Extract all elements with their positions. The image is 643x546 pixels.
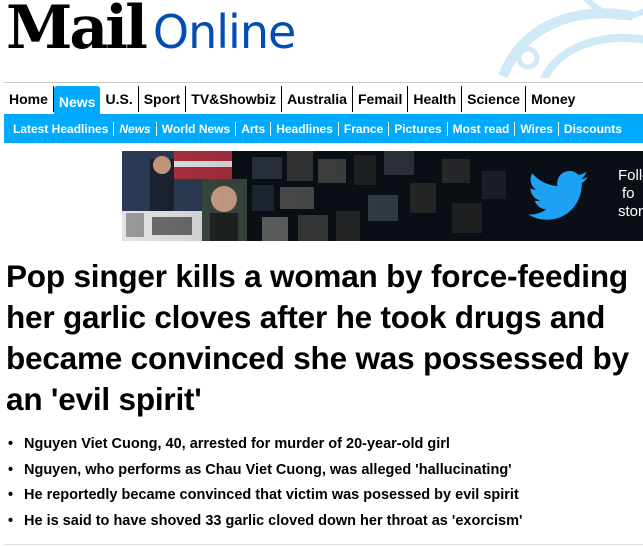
article-headline: Pop singer kills a woman by force-feedin… [6,258,629,417]
nav-us[interactable]: U.S. [100,86,139,112]
summary-bullet: • He reportedly became convinced that vic… [8,483,638,509]
nav-health[interactable]: Health [408,86,463,112]
bullet-dot-icon: • [8,487,14,503]
summary-bullet: • Nguyen Viet Cuong, 40, arrested for mur… [8,432,638,458]
bullet-dot-icon: • [8,512,14,529]
nav-science[interactable]: Science [462,86,527,112]
summary-bullet: • He is said to have shoved 33 garlic clo… [8,509,638,535]
bullet-dot-icon: • [8,461,14,478]
banner-follow-text: Follo fo stor [618,167,643,221]
decorative-swirl-icon [498,0,643,78]
subnav-world-news[interactable]: World News [157,121,237,136]
masthead: Mail Online [0,0,643,78]
mailonline-logo[interactable]: Mail Online [6,0,296,63]
article-summary-bullets: • Nguyen Viet Cuong, 40, arrested for mur… [8,432,638,534]
primary-nav: Home News U.S. Sport TV&Showbiz Australi… [4,82,643,118]
nav-money[interactable]: Money [526,86,580,112]
subnav-france[interactable]: France [339,121,390,136]
subnav-headlines[interactable]: Headlines [271,121,339,136]
bullet-dot-icon: • [8,436,14,452]
summary-bullet-text: He is said to have shoved 33 garlic clov… [24,512,523,529]
banner-text-line: Follo [618,167,643,184]
nav-home[interactable]: Home [4,86,54,112]
subnav-arts[interactable]: Arts [236,121,272,136]
subnav-latest-headlines[interactable]: Latest Headlines [8,121,115,136]
banner-text-line: stor [618,203,643,220]
logo-mail-text: Mail [6,0,148,63]
summary-bullet: • Nguyen, who performs as Chau Viet Cuong… [8,458,638,484]
divider [4,544,643,545]
summary-bullet-text: Nguyen Viet Cuong, 40, arrested for murd… [24,436,450,452]
banner-text-line: fo [622,185,635,202]
twitter-bird-icon [528,171,588,220]
subnav-most-read[interactable]: Most read [448,121,516,136]
subnav-discounts[interactable]: Discounts [559,122,627,136]
nav-tvshowbiz[interactable]: TV&Showbiz [186,86,283,112]
nav-australia[interactable]: Australia [282,86,353,112]
subnav-wires[interactable]: Wires [515,121,559,136]
secondary-nav: Latest Headlines News World News Arts He… [4,114,643,143]
subnav-news[interactable]: News [114,121,157,136]
summary-bullet-text: He reportedly became convinced that vict… [24,487,519,503]
nav-sport[interactable]: Sport [139,86,187,112]
subnav-pictures[interactable]: Pictures [389,121,448,136]
summary-bullet-text: Nguyen, who performs as Chau Viet Cuong,… [24,461,512,478]
twitter-follow-banner[interactable]: Follo fo stor [122,151,643,241]
logo-online-text: Online [152,5,296,59]
nav-femail[interactable]: Femail [353,86,409,112]
